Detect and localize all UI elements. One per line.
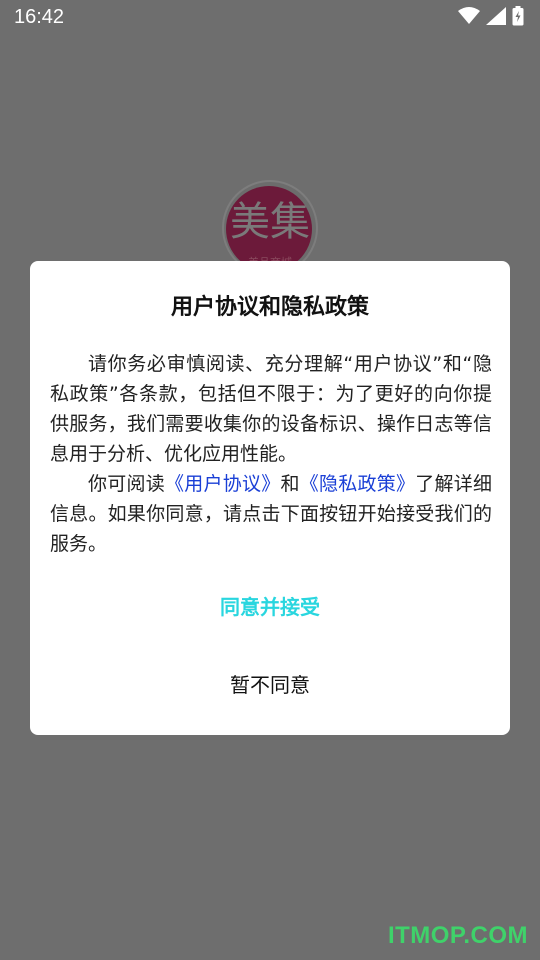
agree-button[interactable]: 同意并接受 [30,587,510,627]
status-bar: 16:42 [0,0,540,36]
logo-text: 美集 [230,199,310,245]
dialog-paragraph-1: 请你务必审慎阅读、充分理解“用户协议”和“隐私政策”各条款，包括但不限于：为了更… [50,353,492,465]
dialog-paragraph-2: 你可阅读《用户协议》和《隐私政策》了解详细信息。如果你同意，请点击下面按钮开始接… [50,469,492,559]
disagree-button[interactable]: 暂不同意 [30,665,510,705]
dialog-title: 用户协议和隐私政策 [170,295,369,320]
user-agreement-link[interactable]: 《用户协议》 [165,473,280,495]
battery-charging-icon [512,6,524,26]
wifi-icon [458,7,480,25]
status-time: 16:42 [14,6,65,28]
dialog-body: 请你务必审慎阅读、充分理解“用户协议”和“隐私政策”各条款，包括但不限于：为了更… [50,349,492,559]
paragraph-2-prefix: 你可阅读 [88,473,165,495]
signal-icon [486,7,506,25]
privacy-dialog: 用户协议和隐私政策 请你务必审慎阅读、充分理解“用户协议”和“隐私政策”各条款，… [30,261,510,735]
privacy-policy-link[interactable]: 《隐私政策》 [300,473,415,495]
paragraph-2-and: 和 [280,473,300,495]
status-icons [458,6,524,26]
watermark: ITMOP.COM [387,922,528,949]
